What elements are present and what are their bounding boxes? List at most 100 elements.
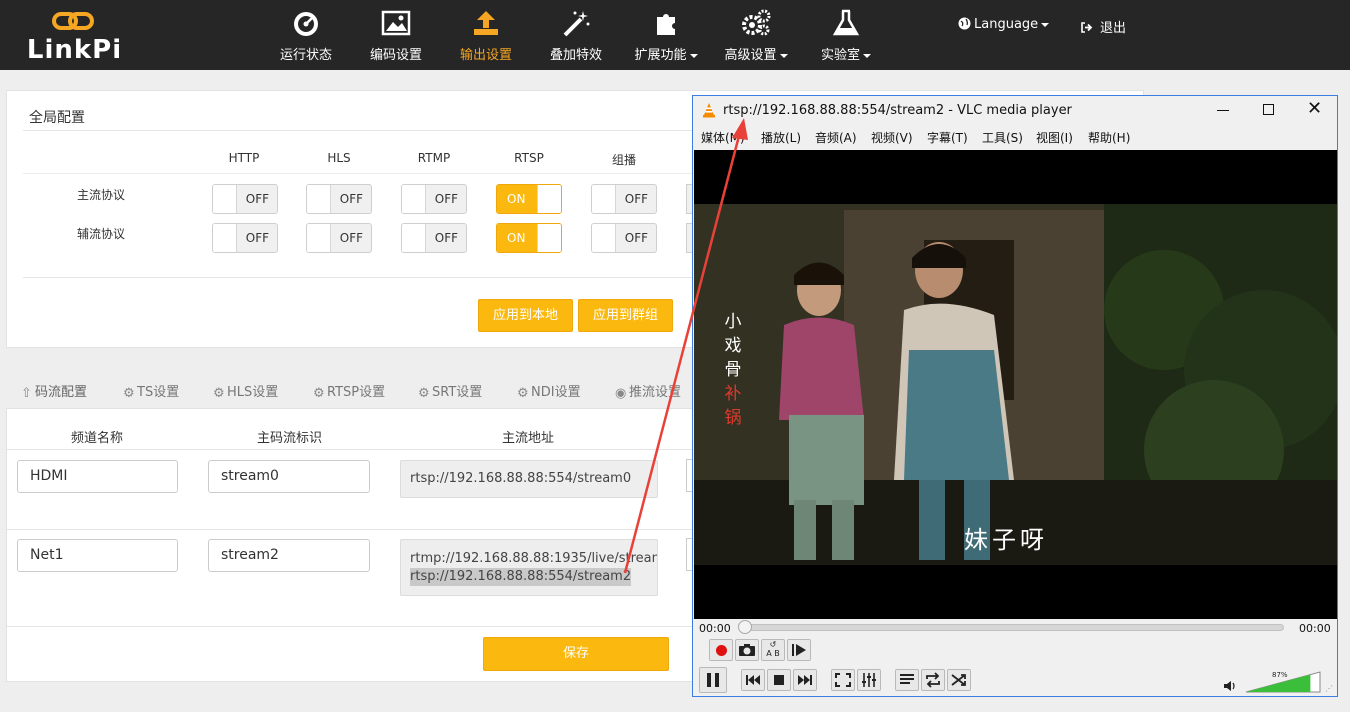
camera-icon [739,644,755,656]
stream-id-input[interactable]: stream0 [208,460,370,493]
vlc-window[interactable]: rtsp://192.168.88.88:554/stream2 - VLC m… [692,95,1338,697]
tab-stream-config[interactable]: ⇧ 码流配置 [21,381,87,401]
maximize-button[interactable] [1263,104,1274,115]
main-protocol-label: 主流协议 [77,188,126,202]
chain-link-icon [52,12,94,30]
equalizer-icon [862,673,876,687]
seek-handle[interactable] [738,620,752,634]
toggle-main-http[interactable]: OFF [212,184,278,214]
rtmp-address: rtmp://192.168.88.88:1935/live/stream2 [410,551,658,566]
apply-group-button[interactable]: 应用到群组 [578,299,673,332]
toggle-sub-hls[interactable]: OFF [306,223,372,253]
frame-step-button[interactable] [787,639,811,661]
stop-button[interactable] [767,669,791,691]
channel-name-input[interactable]: Net1 [17,539,178,572]
logout-button[interactable]: 退出 [1080,17,1126,36]
save-button[interactable]: 保存 [483,637,669,671]
menu-video[interactable]: 视频(V) [871,129,913,146]
nav-encoding[interactable]: 编码设置 [351,0,441,70]
toggle-main-rtmp[interactable]: OFF [401,184,467,214]
pause-button[interactable] [699,667,727,693]
nav-label: 高级设置 [711,44,801,63]
previous-button[interactable] [741,669,765,691]
rtsp-address-selected: rtsp://192.168.88.88:554/stream2 [410,568,632,586]
sub-protocol-label: 辅流协议 [77,227,126,241]
loop-ab-button[interactable]: ↺ A B [761,639,785,661]
toggle-sub-rtmp[interactable]: OFF [401,223,467,253]
vlc-cone-icon [703,103,715,118]
nav-status[interactable]: 运行状态 [261,0,351,70]
video-frame[interactable]: 小戏骨 补锅 妹子呀 [694,150,1337,619]
nav-output[interactable]: 输出设置 [441,0,531,70]
snapshot-button[interactable] [735,639,759,661]
nav-advanced[interactable]: 高级设置 [711,0,801,70]
menu-media[interactable]: 媒体(M) [701,129,745,146]
menu-help[interactable]: 帮助(H) [1088,129,1130,146]
seek-bar[interactable] [743,624,1284,631]
toggle-sub-http[interactable]: OFF [212,223,278,253]
nav-label: 编码设置 [369,48,422,63]
nav-overlay[interactable]: 叠加特效 [531,0,621,70]
flask-icon [832,9,860,36]
shuffle-button[interactable] [947,669,971,691]
tab-rtsp[interactable]: ⚙ RTSP设置 [313,381,385,401]
main-address-field[interactable]: rtmp://192.168.88.88:1935/live/stream2 r… [400,539,658,596]
playlist-button[interactable] [895,669,919,691]
language-menu[interactable]: Language [958,17,1050,32]
tab-ndi[interactable]: ⚙ NDI设置 [517,381,581,401]
next-button[interactable] [793,669,817,691]
playlist-icon [900,674,914,684]
stream-id-input[interactable]: stream2 [208,539,370,572]
linkpi-logo[interactable]: LinkPi [22,8,127,65]
gear-icon: ⚙ [418,386,430,401]
apply-local-button[interactable]: 应用到本地 [478,299,573,332]
menu-subtitle[interactable]: 字幕(T) [927,129,968,146]
volume-slider[interactable] [1244,671,1322,693]
vertical-caption: 小戏骨 补锅 [724,312,742,428]
vlc-title: rtsp://192.168.88.88:554/stream2 - VLC m… [723,103,1072,118]
language-label: Language [974,17,1039,32]
toggle-sub-rtsp[interactable]: ON [496,223,562,253]
close-icon[interactable]: ✕ [1307,98,1322,119]
resize-grip[interactable]: ⋰ [1325,684,1333,693]
minimize-button[interactable] [1217,110,1229,111]
top-navbar: LinkPi 运行状态 编码设置 输出设置 叠加特效 扩展功能 高级设置 实验室… [0,0,1350,70]
channel-name-input[interactable]: HDMI [17,460,178,493]
col-rtmp: RTMP [417,151,451,165]
main-address-field[interactable]: rtsp://192.168.88.88:554/stream0 [400,460,658,498]
logout-label: 退出 [1100,21,1127,36]
toggle-sub-multicast[interactable]: OFF [591,223,657,253]
loop-button[interactable] [921,669,945,691]
toggle-main-hls[interactable]: OFF [306,184,372,214]
nav-extensions[interactable]: 扩展功能 [621,0,711,70]
menu-view[interactable]: 视图(I) [1036,129,1073,146]
tab-hls[interactable]: ⚙ HLS设置 [213,381,278,401]
gear-icon: ⚙ [313,386,325,401]
toggle-main-rtsp[interactable]: ON [496,184,562,214]
nav-label: 运行状态 [279,48,332,63]
globe-icon [958,17,971,30]
header-main-address: 主流地址 [502,431,555,446]
speaker-icon[interactable] [1223,680,1237,692]
skip-back-icon [746,675,760,685]
record-button[interactable] [709,639,733,661]
fullscreen-button[interactable] [831,669,855,691]
tab-srt[interactable]: ⚙ SRT设置 [418,381,482,401]
nav-lab[interactable]: 实验室 [801,0,891,70]
toggle-main-multicast[interactable]: OFF [591,184,657,214]
tab-push[interactable]: ◉ 推流设置 [615,381,681,401]
upload-icon [474,11,498,35]
tab-ts[interactable]: ⚙ TS设置 [123,381,179,401]
gear-icon: ⚙ [123,386,135,401]
nav-label: 扩展功能 [621,44,711,63]
nav-label: 输出设置 [459,48,512,63]
pause-icon [707,673,719,687]
shuffle-icon [951,674,966,686]
menu-tools[interactable]: 工具(S) [982,129,1023,146]
pin-icon: ◉ [615,386,627,401]
menu-audio[interactable]: 音频(A) [815,129,857,146]
header-stream-id: 主码流标识 [257,431,323,446]
repeat-icon [926,672,940,688]
menu-playback[interactable]: 播放(L) [761,129,801,146]
extended-settings-button[interactable] [857,669,881,691]
